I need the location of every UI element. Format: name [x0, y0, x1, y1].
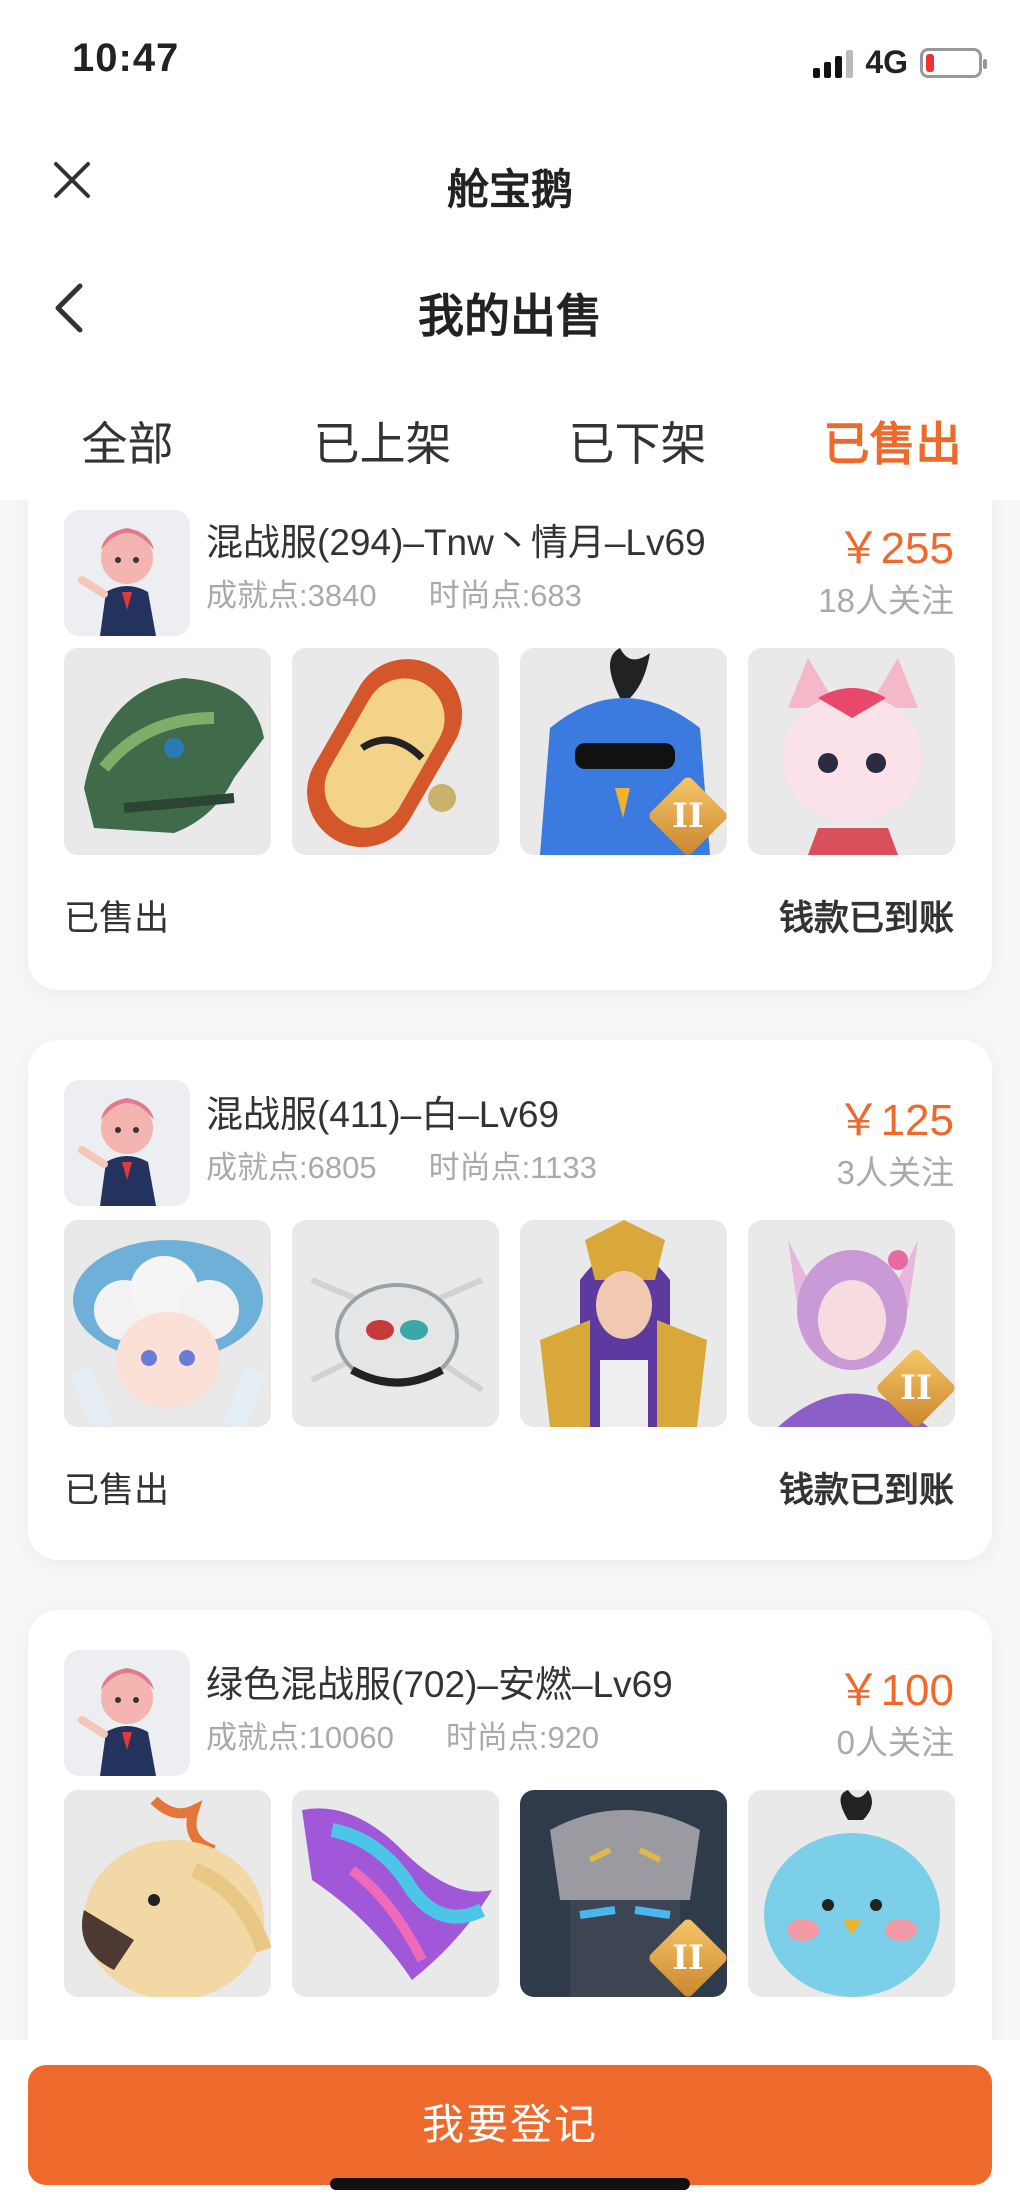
- fashion-points: 时尚点:920: [445, 1720, 600, 1755]
- listing-price: ￥125: [836, 1096, 954, 1145]
- item-thumbnails: II: [64, 1790, 955, 1997]
- battery-icon: [920, 47, 987, 78]
- blue-penguin-sunglasses-thumb[interactable]: II: [520, 648, 727, 855]
- listing-card[interactable]: 绿色混战服(702)–安燃–Lv69 成就点:10060 时尚点:920 ￥100…: [28, 1610, 992, 2040]
- blue-chick-thumb[interactable]: [748, 1790, 955, 1997]
- sale-status: 已售出: [64, 899, 170, 938]
- tab-sold[interactable]: 已售出: [765, 370, 1020, 500]
- listing-title: 混战服(294)–Tnw丶情月–Lv69: [206, 522, 706, 563]
- listing-followers: 0人关注: [836, 1724, 954, 1761]
- golden-warrior-thumb[interactable]: [520, 1220, 727, 1427]
- register-button[interactable]: 我要登记: [28, 2065, 992, 2185]
- silver-mech-thumb[interactable]: [292, 1220, 499, 1427]
- page-title: 我的出售: [418, 290, 602, 342]
- item-thumbnails: II: [64, 1220, 955, 1427]
- sale-status: 已售出: [64, 1471, 170, 1510]
- listing-meta: 成就点:6805 时尚点:1133: [206, 1142, 597, 1187]
- network-type: 4G: [865, 44, 908, 80]
- achievement-points: 成就点:6805: [206, 1150, 377, 1185]
- signal-icon: [813, 48, 854, 78]
- tab-delisted[interactable]: 已下架: [510, 370, 765, 500]
- fashion-points: 时尚点:683: [428, 578, 582, 613]
- fashion-points: 时尚点:1133: [428, 1150, 597, 1185]
- stone-golem-thumb[interactable]: II: [520, 1790, 727, 1997]
- tier-badge-label: II: [672, 1938, 704, 1978]
- achievement-points: 成就点:10060: [206, 1720, 394, 1755]
- tier-badge-label: II: [672, 796, 704, 836]
- payment-status: 钱款已到账: [778, 1471, 954, 1510]
- listing-list[interactable]: 混战服(294)–Tnw丶情月–Lv69 成就点:3840 时尚点:683 ￥25…: [0, 500, 1020, 2040]
- listing-followers: 3人关注: [836, 1154, 954, 1191]
- pink-fox-bow-thumb[interactable]: [748, 648, 955, 855]
- item-thumbnails: II: [64, 648, 955, 855]
- listing-card[interactable]: 混战服(294)–Tnw丶情月–Lv69 成就点:3840 时尚点:683 ￥25…: [28, 500, 992, 990]
- skateboard-thumb[interactable]: [292, 648, 499, 855]
- listing-card[interactable]: 混战服(411)–白–Lv69 成就点:6805 时尚点:1133 ￥125 3人…: [28, 1040, 992, 1560]
- listing-meta: 成就点:10060 时尚点:920: [206, 1712, 599, 1757]
- character-avatar: [64, 1650, 190, 1776]
- home-indicator: [330, 2178, 690, 2190]
- tab-all[interactable]: 全部: [0, 370, 255, 500]
- listing-title: 绿色混战服(702)–安燃–Lv69: [206, 1664, 673, 1705]
- tab-listed[interactable]: 已上架: [255, 370, 510, 500]
- status-indicators: 4G: [813, 44, 987, 81]
- status-bar: 10:47 4G: [0, 0, 1020, 120]
- listing-price: ￥255: [836, 524, 954, 573]
- page-header: 我的出售: [0, 240, 1020, 370]
- tab-bar: 全部 已上架 已下架 已售出: [0, 370, 1020, 500]
- app-title: 舱宝鹅: [446, 166, 573, 213]
- rainbow-wing-thumb[interactable]: [292, 1790, 499, 1997]
- achievement-points: 成就点:3840: [206, 578, 377, 613]
- tier-badge-label: II: [900, 1368, 932, 1408]
- character-avatar: [64, 510, 190, 636]
- app-header: 舱宝鹅: [0, 120, 1020, 240]
- character-avatar: [64, 1080, 190, 1206]
- cloud-girl-thumb[interactable]: [64, 1220, 271, 1427]
- listing-price: ￥100: [836, 1666, 954, 1715]
- status-time: 10:47: [72, 36, 180, 80]
- listing-meta: 成就点:3840 时尚点:683: [206, 570, 582, 615]
- payment-status: 钱款已到账: [778, 899, 954, 938]
- fox-girl-thumb[interactable]: II: [748, 1220, 955, 1427]
- golden-bird-thumb[interactable]: [64, 1790, 271, 1997]
- green-dragon-thumb[interactable]: [64, 648, 271, 855]
- listing-title: 混战服(411)–白–Lv69: [206, 1094, 560, 1135]
- listing-followers: 18人关注: [818, 582, 954, 619]
